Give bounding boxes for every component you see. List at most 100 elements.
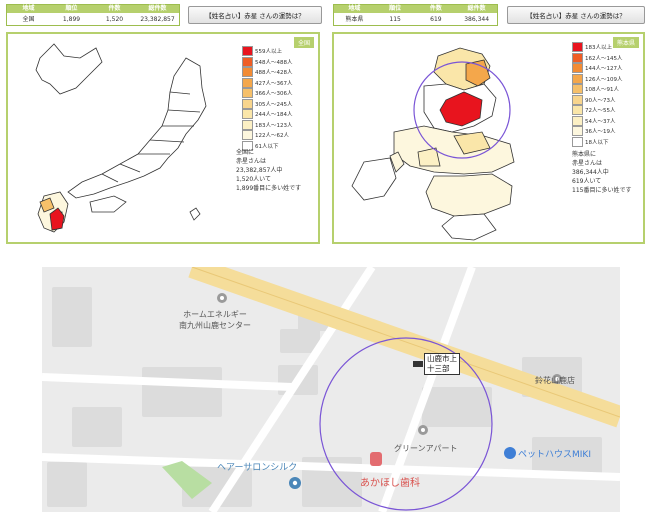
legend-label: 183人〜123人 [255, 122, 293, 129]
stats-total: 23,382,857 [140, 15, 175, 23]
stats-header: 順位 [65, 5, 78, 12]
legend-swatch [242, 88, 253, 99]
note-line: 23,382,857人中 [236, 167, 283, 174]
stats-header: 地域 [22, 5, 35, 12]
legend-item: 18人以下 [572, 136, 623, 148]
legend-label: 144人〜127人 [585, 66, 623, 73]
legend-swatch [242, 130, 253, 141]
prefecture-map-panel: 熊本県 183人以上 162人〜145人 144人〜127人 126人〜109人 108… [332, 32, 645, 244]
legend-swatch [572, 73, 583, 84]
legend-item: 244人〜184人 [242, 109, 293, 120]
left-note: 全国に赤星さんは 23,382,857人中 1,520人いて 1,899番目に多い姓で… [236, 148, 301, 193]
legend-swatch [242, 77, 253, 88]
stats-header: 総件数 [148, 5, 167, 12]
legend-swatch [572, 42, 583, 53]
legend-label: 54人〜37人 [585, 118, 616, 125]
city-info-label[interactable]: 山鹿市上 十三部 [424, 353, 460, 375]
legend-item: 54人〜37人 [572, 115, 623, 127]
stats-header: 順位 [389, 5, 402, 12]
street-map[interactable]: ホームエネルギー 南九州山鹿センター 山鹿市上 十三部 鈴花山鹿店 グリーンアパ… [42, 267, 620, 512]
legend-swatch [572, 94, 583, 105]
stats-count: 1,520 [105, 15, 124, 23]
legend-swatch [572, 84, 583, 95]
legend-label: 244人〜184人 [255, 112, 293, 119]
green-apartment-label[interactable]: グリーンアパート [394, 443, 457, 454]
stats-header: 件数 [429, 5, 442, 12]
legend-swatch [572, 115, 583, 126]
legend-swatch [572, 63, 583, 74]
fortune-button[interactable]: 【姓名占い】赤星 さんの運勢は？ [507, 6, 645, 24]
note-line: 赤星さんは [572, 160, 603, 167]
legend-item: 559人以上 [242, 46, 293, 57]
legend-label: 305人〜245人 [255, 101, 293, 108]
legend-label: 18人以下 [585, 139, 609, 146]
legend-label: 488人〜428人 [255, 70, 293, 77]
note-line: 386,344人中 [572, 169, 609, 176]
suzuka-label[interactable]: 鈴花山鹿店 [535, 375, 575, 386]
legend-item: 126人〜109人 [572, 73, 623, 85]
panel-tag: 全国 [293, 37, 314, 48]
legend-item: 548人〜488人 [242, 56, 293, 68]
legend-item: 90人〜73人 [572, 94, 623, 106]
note-line: 赤星さんは [236, 158, 267, 165]
legend-item: 144人〜127人 [572, 63, 623, 74]
legend-label: 72人〜55人 [585, 108, 616, 115]
japan-map[interactable] [10, 36, 240, 242]
legend-label: 90人〜73人 [585, 97, 616, 104]
legend-item: 162人〜145人 [572, 52, 623, 64]
pet-house-label[interactable]: ペットハウスMIKI [518, 447, 591, 460]
label-line: 山鹿市上 [427, 354, 457, 363]
fortune-button[interactable]: 【姓名占い】赤星 さんの運勢は？ [188, 6, 322, 24]
stats-region: 全国 [22, 15, 35, 23]
home-energy-label[interactable]: ホームエネルギー 南九州山鹿センター [179, 309, 251, 331]
legend-swatch [242, 109, 253, 120]
legend-item: 305人〜245人 [242, 98, 293, 110]
note-line: 1,520人いて [236, 176, 271, 183]
legend-swatch [572, 126, 583, 137]
legend-swatch [242, 119, 253, 130]
label-line: ホームエネルギー [183, 310, 247, 319]
legend-label: 126人〜109人 [585, 76, 623, 83]
national-stats-table: 地域 順位 件数 総件数 全国 1,899 1,520 23,382,857 [6, 4, 180, 26]
legend-label: 548人〜488人 [255, 59, 293, 66]
stats-rank: 1,899 [62, 15, 81, 23]
legend-label: 122人〜62人 [255, 133, 289, 140]
legend-label: 36人〜19人 [585, 129, 616, 136]
legend-item: 36人〜19人 [572, 126, 623, 137]
left-legend: 559人以上 548人〜488人 488人〜428人 427人〜367人 366人〜30… [242, 46, 293, 151]
stats-count: 619 [430, 15, 442, 23]
note-line: 115番目に多い姓です [572, 187, 632, 194]
legend-item: 488人〜428人 [242, 67, 293, 78]
legend-label: 427人〜367人 [255, 80, 293, 87]
stats-header: 地域 [348, 5, 361, 12]
legend-item: 72人〜55人 [572, 105, 623, 116]
legend-label: 366人〜306人 [255, 91, 293, 98]
label-line: 南九州山鹿センター [179, 321, 251, 330]
stats-region: 熊本県 [345, 15, 364, 23]
legend-label: 162人〜145人 [585, 55, 623, 62]
stats-rank: 115 [389, 15, 401, 23]
legend-swatch [572, 105, 583, 116]
stats-total: 386,344 [464, 15, 490, 23]
legend-swatch [242, 67, 253, 78]
right-legend: 183人以上 162人〜145人 144人〜127人 126人〜109人 108人〜91… [572, 42, 623, 147]
legend-swatch [572, 52, 583, 63]
stats-header: 総件数 [467, 5, 486, 12]
japan-map-panel: 全国 559人以上 548人〜488人 488人〜428人 427人〜367人 366人… [6, 32, 320, 244]
legend-item: 122人〜62人 [242, 130, 293, 141]
stats-header: 件数 [108, 5, 121, 12]
prefecture-stats-table: 地域 順位 件数 総件数 熊本県 115 619 386,344 [333, 4, 498, 26]
kumamoto-map[interactable] [334, 36, 564, 242]
label-line: 十三部 [427, 364, 450, 373]
note-line: 全国に [236, 149, 255, 156]
legend-label: 108人〜91人 [585, 87, 619, 94]
note-line: 熊本県に [572, 151, 597, 158]
legend-label: 183人以上 [585, 45, 612, 52]
legend-item: 108人〜91人 [572, 84, 623, 95]
hair-salon-label[interactable]: ヘアーサロンシルク [217, 460, 297, 473]
note-line: 1,899番目に多い姓です [236, 185, 302, 192]
legend-item: 366人〜306人 [242, 88, 293, 99]
legend-item: 183人〜123人 [242, 119, 293, 131]
legend-swatch [242, 46, 253, 57]
dental-clinic-label[interactable]: あかほし歯科 [360, 474, 420, 489]
